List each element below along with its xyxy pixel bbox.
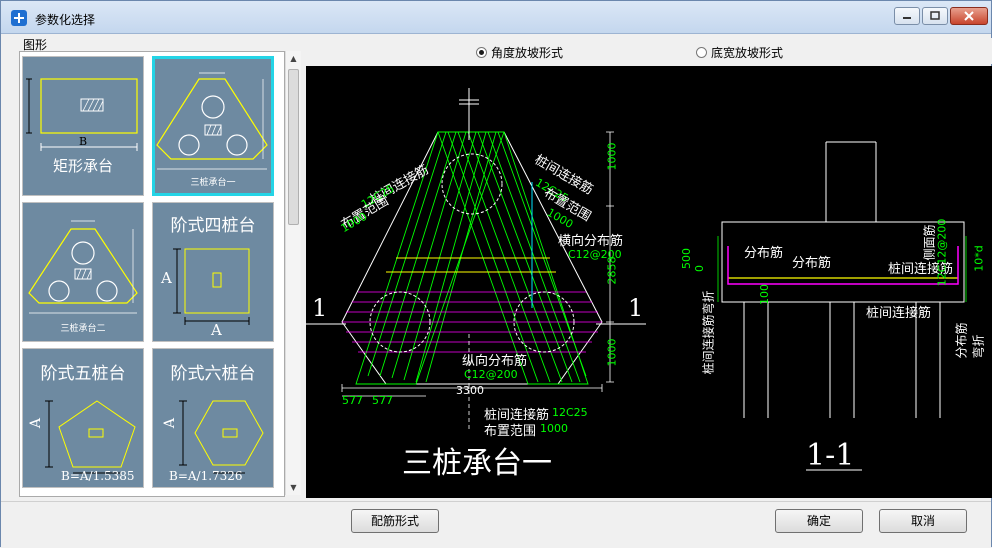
section-label-hook-left: 桩间连接筋弯折	[701, 290, 716, 375]
thumbnail-dim-b: B=A/1.5385	[61, 469, 135, 483]
section-label-hook-right-val: 10*d	[972, 245, 986, 272]
thumbnail-three-pile-cap-2[interactable]: 三桩承台二	[22, 202, 144, 342]
scroll-thumb[interactable]	[288, 69, 299, 225]
section-mark-left: 1	[312, 294, 328, 322]
section-label-dist-1: 分布筋	[744, 246, 784, 261]
minimize-button[interactable]	[894, 7, 920, 25]
dim-v1: 1000	[605, 142, 619, 171]
rebar-form-button[interactable]: 配筋形式	[351, 509, 439, 533]
dim-v3: 1000	[605, 338, 619, 367]
section-label-link-bottom: 桩间连接筋	[866, 306, 932, 321]
scroll-up-icon[interactable]: ▲	[286, 51, 301, 66]
button-bar: 配筋形式 确定 取消	[1, 501, 991, 548]
section-label-dist-2: 分布筋	[792, 256, 832, 271]
thumbnail-dim-b: B	[78, 135, 88, 148]
thumbnail-stepped-six-pile[interactable]: 阶式六桩台 A B=A/1.7326	[152, 348, 274, 488]
thumbnail-list: B 矩形承台 三桩承台一 三桩承台二 阶式四桩台 A A 阶式五桩台 A B=A…	[19, 51, 285, 497]
radio-checked-icon	[476, 47, 487, 58]
slope-mode-group: 角度放坡形式 底宽放坡形式	[304, 38, 992, 64]
radio-label: 底宽放坡形式	[711, 46, 784, 60]
radio-bottom-width-slope[interactable]: 底宽放坡形式	[696, 44, 783, 61]
label-transverse-rebar: 横向分布筋	[558, 234, 624, 249]
window-title: 参数化选择	[35, 13, 96, 27]
app-icon	[11, 10, 27, 26]
label-layout-range-bottom: 布置范围	[484, 424, 537, 439]
radio-angle-slope[interactable]: 角度放坡形式	[476, 44, 563, 61]
thumbnail-label: 三桩承台二	[60, 324, 106, 334]
title-bar: 参数化选择	[1, 1, 991, 34]
thumbnail-dim-b: B=A/1.7326	[169, 469, 243, 483]
section-label-side-spec: 12C12@200	[935, 218, 949, 287]
drawing-canvas: 桩间连接筋 12C25 布置范围 1000 桩间连接筋 12C25 布置范围 1…	[306, 66, 992, 498]
cancel-button[interactable]: 取消	[879, 509, 967, 533]
radio-unchecked-icon	[696, 47, 707, 58]
section-dim-100: 100	[758, 284, 771, 305]
dialog-window: 参数化选择 图形 B 矩形承台 三桩承台一 三桩承台二 阶式四桩台 A A 阶式…	[0, 0, 992, 548]
section-dim-500: 500	[680, 248, 693, 269]
thumbnail-rect-cap[interactable]: B 矩形承台	[22, 56, 144, 196]
thumbnail-stepped-four-pile[interactable]: 阶式四桩台 A A	[152, 202, 274, 342]
label-pile-link-bottom-spec: 12C25	[552, 406, 588, 419]
thumbnail-dim-a: A	[162, 417, 179, 429]
dim-v2: 2858	[605, 256, 619, 285]
thumbnail-dim-a: A	[28, 417, 45, 429]
label-longitudinal-rebar: 纵向分布筋	[462, 354, 528, 369]
dim-h-total: 3300	[456, 384, 484, 397]
section-title: 1-1	[806, 438, 855, 473]
close-button[interactable]	[950, 7, 988, 25]
thumbnail-stepped-five-pile[interactable]: 阶式五桩台 A B=A/1.5385	[22, 348, 144, 488]
ok-button[interactable]: 确定	[775, 509, 863, 533]
section-mark-right: 1	[628, 294, 644, 322]
thumbnail-label: 三桩承台一	[190, 178, 236, 188]
maximize-button[interactable]	[922, 7, 948, 25]
drawing-main-title: 三桩承台一	[402, 446, 552, 481]
section-label-hook-right: 分布筋弯折	[954, 322, 986, 359]
thumbnail-scrollbar[interactable]: ▲ ▼	[285, 51, 301, 495]
label-longitudinal-spec: C12@200	[464, 368, 518, 381]
dim-h2: 577	[372, 394, 393, 407]
radio-label: 角度放坡形式	[491, 46, 564, 60]
dim-h1: 577	[342, 394, 363, 407]
scroll-down-icon[interactable]: ▼	[286, 480, 301, 495]
label-layout-range-bottom-val: 1000	[540, 422, 568, 435]
thumbnail-three-pile-cap-1[interactable]: 三桩承台一	[152, 56, 274, 196]
thumbnail-label: 矩形承台	[52, 157, 113, 175]
thumbnail-dim-a-horizontal: A	[211, 321, 222, 339]
section-dim-0: 0	[693, 265, 706, 272]
thumbnail-dim-a-vertical: A	[161, 269, 172, 287]
